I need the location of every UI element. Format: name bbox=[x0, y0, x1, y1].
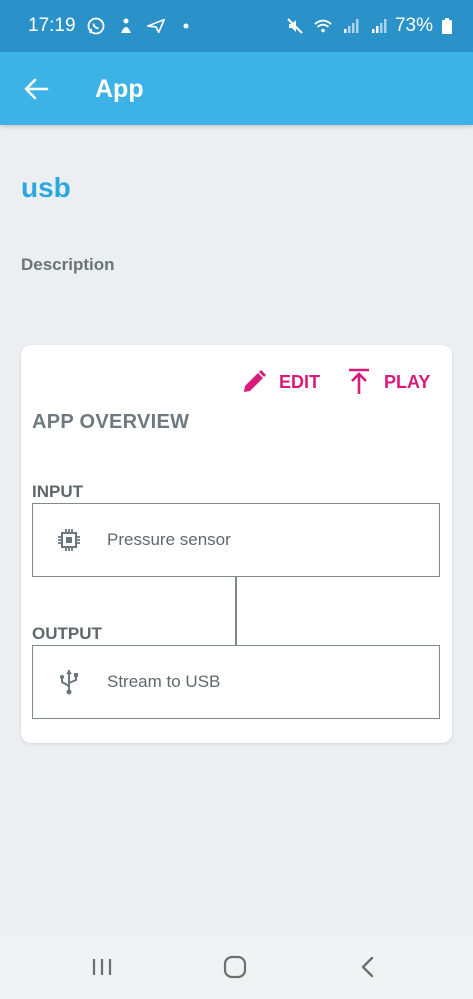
output-node[interactable]: Stream to USB bbox=[32, 645, 440, 719]
pencil-icon bbox=[241, 369, 267, 395]
output-node-label: Stream to USB bbox=[107, 672, 221, 691]
home-button[interactable] bbox=[215, 952, 255, 982]
home-icon bbox=[222, 954, 248, 980]
mute-icon bbox=[285, 16, 305, 36]
description-label: Description bbox=[21, 255, 115, 274]
play-button[interactable]: PLAY bbox=[346, 367, 430, 397]
app-title: App bbox=[95, 75, 144, 103]
wifi-icon bbox=[313, 16, 333, 36]
status-time: 17:19 bbox=[28, 15, 76, 36]
chip-icon bbox=[55, 526, 83, 554]
signal-icon bbox=[369, 16, 389, 36]
whatsapp-icon bbox=[86, 16, 106, 36]
connector-line bbox=[235, 577, 237, 645]
battery-icon bbox=[437, 16, 457, 36]
play-label: PLAY bbox=[384, 371, 431, 392]
back-button[interactable] bbox=[20, 74, 52, 104]
app-bar: App bbox=[0, 52, 473, 125]
app-overview-card: EDIT PLAY APP OVERVIEW INPUT Pressure se… bbox=[21, 345, 452, 743]
nav-back-button[interactable] bbox=[348, 952, 388, 982]
battery-percent: 73% bbox=[394, 15, 433, 36]
upload-arrow-icon bbox=[346, 368, 372, 396]
send-icon bbox=[146, 16, 166, 36]
recents-icon bbox=[90, 956, 114, 978]
input-label: INPUT bbox=[32, 482, 83, 501]
input-node[interactable]: Pressure sensor bbox=[32, 503, 440, 577]
back-icon bbox=[358, 955, 378, 979]
notification-icon bbox=[116, 16, 136, 36]
arrow-left-icon bbox=[23, 77, 49, 101]
overview-title: APP OVERVIEW bbox=[32, 411, 190, 433]
edit-button[interactable]: EDIT bbox=[241, 367, 320, 397]
edit-label: EDIT bbox=[279, 371, 321, 392]
status-bar: 17:19 73% bbox=[0, 0, 473, 52]
dot-icon bbox=[176, 16, 196, 36]
recents-button[interactable] bbox=[82, 952, 122, 982]
usb-icon bbox=[55, 668, 83, 696]
signal-icon bbox=[341, 16, 361, 36]
page-title: usb bbox=[21, 172, 71, 203]
input-node-label: Pressure sensor bbox=[107, 530, 231, 549]
output-label: OUTPUT bbox=[32, 624, 102, 643]
screen: 17:19 73% App usb Description EDIT PLAY … bbox=[0, 0, 473, 999]
navigation-bar bbox=[0, 936, 473, 999]
